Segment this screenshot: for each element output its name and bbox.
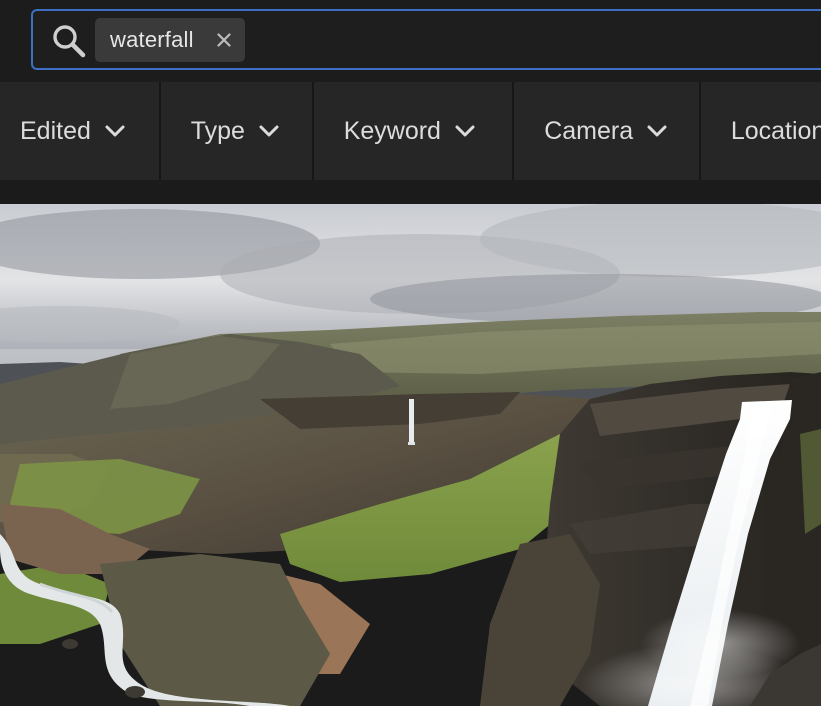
filter-label: Edited [20,116,91,145]
search-token-chip[interactable]: waterfall [95,18,245,62]
chevron-down-icon [455,125,475,137]
photo-thumbnail[interactable] [0,204,821,706]
filter-bar: Edited Type Keyword Camera Location [0,82,821,180]
filter-type-dropdown[interactable]: Type [160,82,312,180]
filter-location-dropdown[interactable]: Location [700,82,821,180]
filter-label: Camera [544,116,634,145]
filter-label: Location [730,116,821,145]
search-input[interactable]: waterfall [31,9,821,70]
filter-label: Keyword [343,116,441,145]
filter-edited-dropdown[interactable]: Edited [0,82,159,180]
close-icon[interactable] [217,33,231,47]
toolbar-spacer [0,180,821,204]
app-window: waterfall Edited Type Keyword Camera Loc… [0,0,821,706]
search-token-label: waterfall [110,27,194,52]
search-icon[interactable] [51,23,87,59]
chevron-down-icon [259,125,279,137]
chevron-down-icon [105,125,125,137]
filter-camera-dropdown[interactable]: Camera [514,82,699,180]
filter-keyword-dropdown[interactable]: Keyword [313,82,513,180]
filter-label: Type [190,116,245,145]
search-region: waterfall [0,0,821,82]
chevron-down-icon [647,125,667,137]
